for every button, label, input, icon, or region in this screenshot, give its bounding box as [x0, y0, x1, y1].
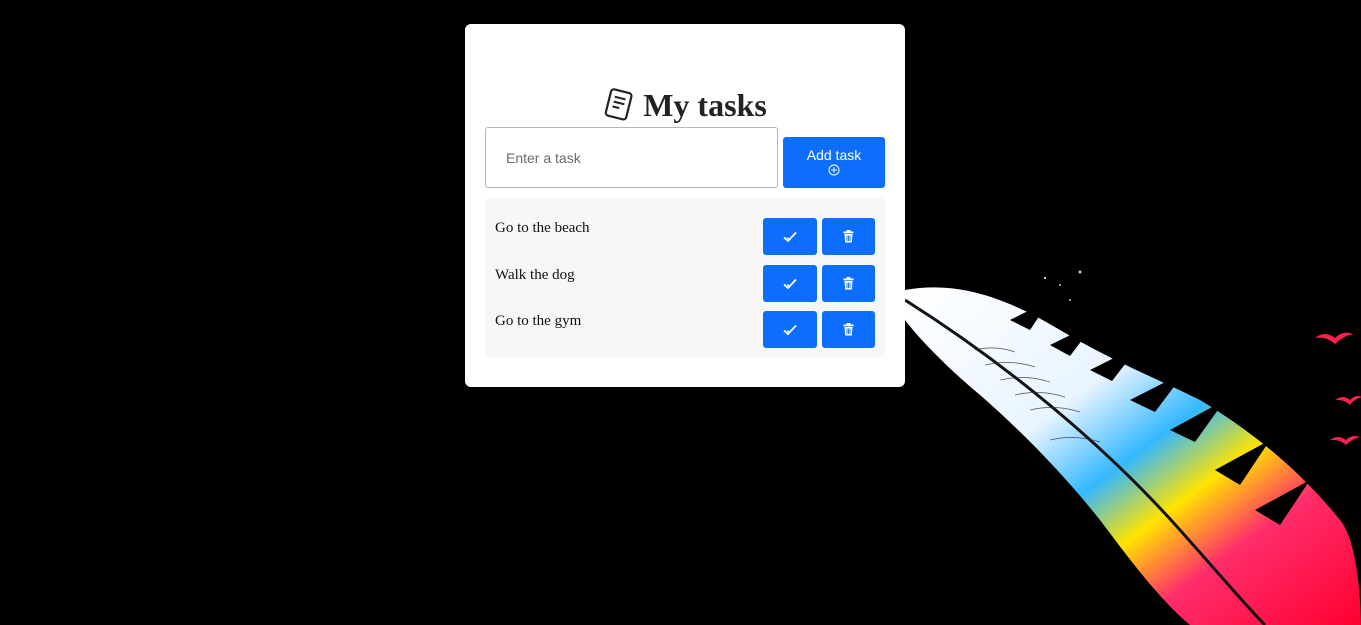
delete-task-button[interactable] — [822, 311, 875, 348]
task-list: Go to the beach Walk the dog Go to the g… — [485, 198, 885, 357]
page-title: My tasks — [465, 88, 905, 122]
trash-icon — [843, 230, 854, 243]
add-task-button[interactable]: Add task — [783, 137, 885, 188]
add-task-label: Add task — [806, 146, 862, 163]
plus-circle-icon — [828, 164, 840, 175]
check-icon — [783, 278, 797, 289]
notepad-icon — [604, 88, 633, 121]
trash-icon — [843, 277, 854, 290]
delete-task-button[interactable] — [822, 265, 875, 302]
trash-icon — [843, 323, 854, 336]
task-text: Go to the gym — [495, 313, 582, 329]
page-title-text: My tasks — [643, 87, 767, 123]
task-card: My tasks Add task Go to the beach — [465, 24, 905, 387]
task-input[interactable] — [485, 127, 778, 188]
list-item: Go to the gym — [485, 311, 885, 348]
delete-task-button[interactable] — [822, 218, 875, 255]
page-background: My tasks Add task Go to the beach — [0, 0, 1361, 625]
complete-task-button[interactable] — [763, 218, 817, 255]
task-text: Go to the beach — [495, 220, 590, 236]
list-item: Go to the beach — [485, 218, 885, 255]
check-icon — [783, 324, 797, 335]
list-item: Walk the dog — [485, 265, 885, 302]
check-icon — [783, 231, 797, 242]
complete-task-button[interactable] — [763, 311, 817, 348]
complete-task-button[interactable] — [763, 265, 817, 302]
task-text: Walk the dog — [495, 267, 575, 283]
